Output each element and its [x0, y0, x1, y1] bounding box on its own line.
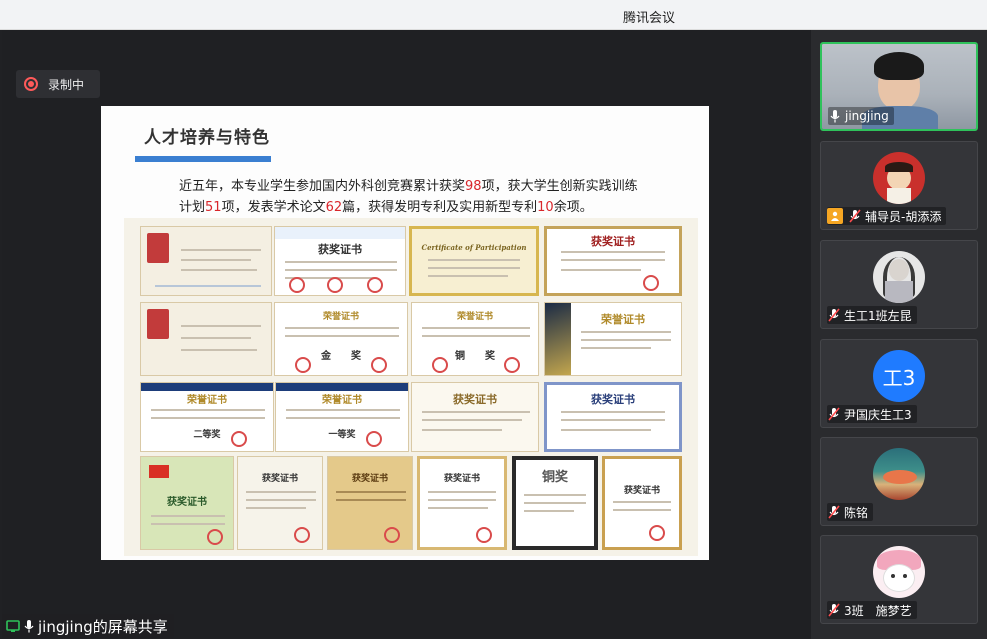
- ribbon-seal-icon: [147, 233, 169, 263]
- participant-list: jingjing 辅导员-胡添添 生工1班左昆 工3 尹国庆生工3 陈铭 3班 …: [811, 30, 987, 639]
- certificate-image: 获奖证书: [544, 226, 682, 296]
- participant-avatar: [873, 546, 925, 598]
- certificate-title: Certificate of Participation: [421, 243, 527, 252]
- avatar-initials: 工3: [882, 365, 916, 390]
- participant-avatar: [873, 251, 925, 303]
- certificate-title: 获奖证书: [591, 235, 635, 248]
- para-text: 余项。: [553, 200, 593, 215]
- certificate-title: 铜奖: [541, 470, 568, 485]
- certificate-title: 荣誉证书: [187, 395, 227, 406]
- certificate-image: 获奖证书: [417, 456, 507, 550]
- participant-name: 尹国庆生工3: [844, 407, 912, 422]
- recording-label: 录制中: [48, 77, 85, 92]
- certificate-image: 获奖证书: [544, 382, 682, 452]
- para-number: 62: [325, 200, 343, 215]
- microphone-muted-icon: [827, 308, 841, 322]
- certificate-title: 获奖证书: [591, 393, 635, 406]
- certificate-award: 二等奖: [193, 430, 221, 440]
- meeting-window: 腾讯会议 录制中 人才培养与特色 近五年，本专业学生参加国内外科创竞赛累计获奖9…: [0, 0, 987, 639]
- certificate-image: 荣誉证书 金 奖: [274, 302, 408, 376]
- certificate-image: 获奖证书: [411, 382, 539, 452]
- certificate-image: [140, 226, 272, 296]
- microphone-muted-icon: [827, 603, 841, 617]
- para-number: 10: [537, 200, 554, 215]
- presentation-slide: 人才培养与特色 近五年，本专业学生参加国内外科创竞赛累计获奖98项，获大学生创新…: [101, 106, 709, 560]
- certificate-image: 铜奖: [512, 456, 598, 550]
- participant-name: 3班 施梦艺: [844, 603, 912, 618]
- certificate-title: 获奖证书: [443, 474, 480, 484]
- participant-tile[interactable]: 工3 尹国庆生工3: [820, 339, 978, 428]
- certificate-title: 荣誉证书: [322, 395, 362, 406]
- window-title: 腾讯会议: [623, 11, 676, 26]
- certificate-image: 荣誉证书 一等奖: [275, 382, 409, 452]
- certificate-image: 获奖证书: [140, 456, 234, 550]
- certificate-image: 获奖证书: [237, 456, 323, 550]
- host-badge-icon: [827, 208, 843, 224]
- certificate-title: 获奖证书: [318, 243, 362, 256]
- participant-name-tag: 3班 施梦艺: [827, 601, 917, 619]
- participant-tile[interactable]: 生工1班左昆: [820, 240, 978, 329]
- participant-avatar: [873, 448, 925, 500]
- certificate-image: 荣誉证书: [544, 302, 682, 376]
- participant-name: jingjing: [845, 109, 889, 123]
- certificate-image: 获奖证书: [602, 456, 682, 550]
- participant-name-tag: jingjing: [828, 107, 894, 125]
- microphone-icon: [24, 619, 34, 633]
- certificate-image: 获奖证书: [274, 226, 406, 296]
- para-text: 项，发表学术论文: [221, 200, 326, 215]
- participant-name: 陈铭: [844, 505, 869, 520]
- certificate-collage: 获奖证书 Certificate of Participation 获奖证书 荣…: [124, 218, 698, 556]
- certificate-title: 获奖证书: [351, 474, 388, 484]
- certificate-image: 荣誉证书 二等奖: [140, 382, 274, 452]
- microphone-icon: [828, 109, 842, 123]
- title-underline: [135, 156, 271, 162]
- share-icon: [6, 619, 20, 633]
- participant-name: 生工1班左昆: [844, 308, 912, 323]
- para-number: 98: [465, 179, 482, 194]
- para-text: 近五年，本专业学生参加国内外科创竞赛累计获奖: [179, 179, 466, 194]
- participant-name-tag: 辅导员-胡添添: [827, 207, 947, 225]
- microphone-muted-icon: [827, 407, 841, 421]
- shared-screen-area: 录制中 人才培养与特色 近五年，本专业学生参加国内外科创竞赛累计获奖98项，获大…: [2, 30, 811, 638]
- participant-tile[interactable]: 3班 施梦艺: [820, 535, 978, 624]
- slide-title: 人才培养与特色: [144, 128, 270, 148]
- participant-tile[interactable]: jingjing: [820, 42, 978, 131]
- para-text: 篇，获得发明专利及实用新型专利: [342, 200, 538, 215]
- certificate-title: 荣誉证书: [322, 312, 359, 322]
- certificate-title: 荣誉证书: [601, 313, 645, 326]
- participant-tile[interactable]: 陈铭: [820, 437, 978, 526]
- certificate-image: Certificate of Participation: [409, 226, 539, 296]
- ribbon-seal-icon: [147, 309, 169, 339]
- share-label-text: jingjing的屏幕共享: [38, 617, 168, 636]
- record-icon: [24, 77, 38, 91]
- certificate-image: 荣誉证书 铜 奖: [411, 302, 539, 376]
- certificate-award: 一等奖: [328, 430, 356, 440]
- certificate-award: 金 奖: [321, 351, 361, 362]
- screen-share-label: jingjing的屏幕共享: [2, 614, 174, 638]
- participant-avatar: 工3: [873, 350, 925, 402]
- certificate-title: 获奖证书: [453, 393, 497, 406]
- microphone-muted-icon: [848, 209, 862, 223]
- participant-name-tag: 尹国庆生工3: [827, 405, 917, 423]
- certificate-award: 铜 奖: [455, 351, 495, 362]
- certificate-title: 获奖证书: [261, 474, 298, 484]
- certificate-title: 获奖证书: [623, 486, 660, 496]
- participant-name-tag: 生工1班左昆: [827, 306, 917, 324]
- participant-name: 辅导员-胡添添: [865, 209, 942, 224]
- microphone-muted-icon: [827, 505, 841, 519]
- para-number: 51: [205, 200, 222, 215]
- participant-tile[interactable]: 辅导员-胡添添: [820, 141, 978, 230]
- certificate-title: 获奖证书: [167, 497, 207, 508]
- certificate-title: 荣誉证书: [456, 312, 493, 322]
- certificate-image: 获奖证书: [327, 456, 413, 550]
- participant-avatar: [873, 152, 925, 204]
- title-bar: 腾讯会议: [0, 0, 987, 30]
- recording-indicator[interactable]: 录制中: [16, 70, 100, 98]
- slide-paragraph: 近五年，本专业学生参加国内外科创竞赛累计获奖98项，获大学生创新实践训练计划51…: [179, 176, 649, 218]
- certificate-image: [140, 302, 272, 376]
- participant-name-tag: 陈铭: [827, 503, 874, 521]
